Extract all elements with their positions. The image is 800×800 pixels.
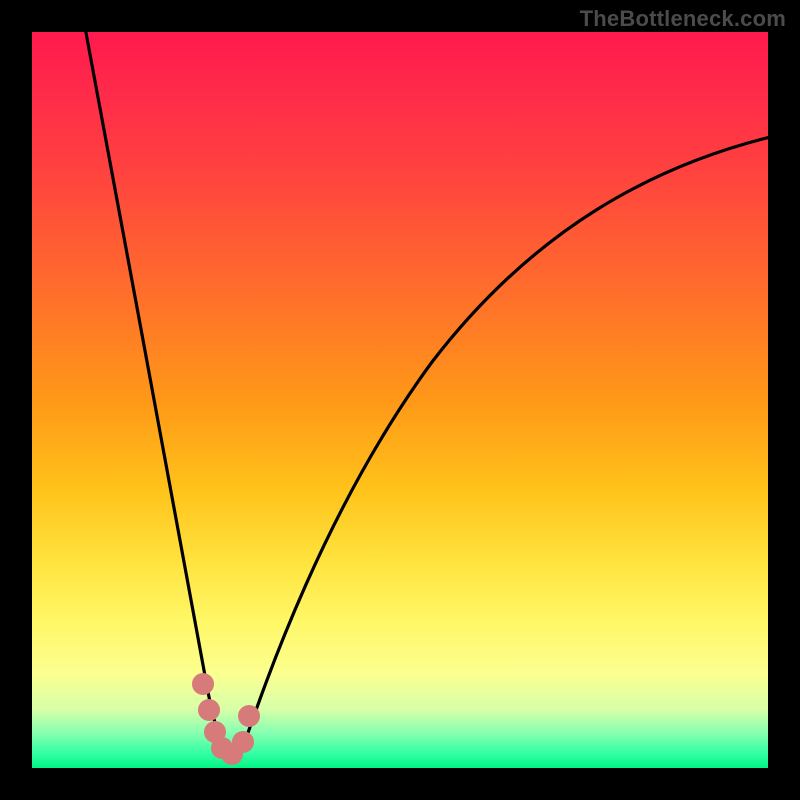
bottleneck-curve — [32, 32, 768, 768]
watermark-text: TheBottleneck.com — [580, 6, 786, 32]
marker-dot — [198, 699, 220, 721]
marker-dot — [238, 705, 260, 727]
curve-right-branch — [240, 132, 792, 756]
marker-dot — [232, 731, 254, 753]
marker-dot — [192, 673, 214, 695]
chart-plot-area — [32, 32, 768, 768]
curve-left-branch — [84, 22, 228, 756]
marker-cluster — [192, 673, 260, 765]
